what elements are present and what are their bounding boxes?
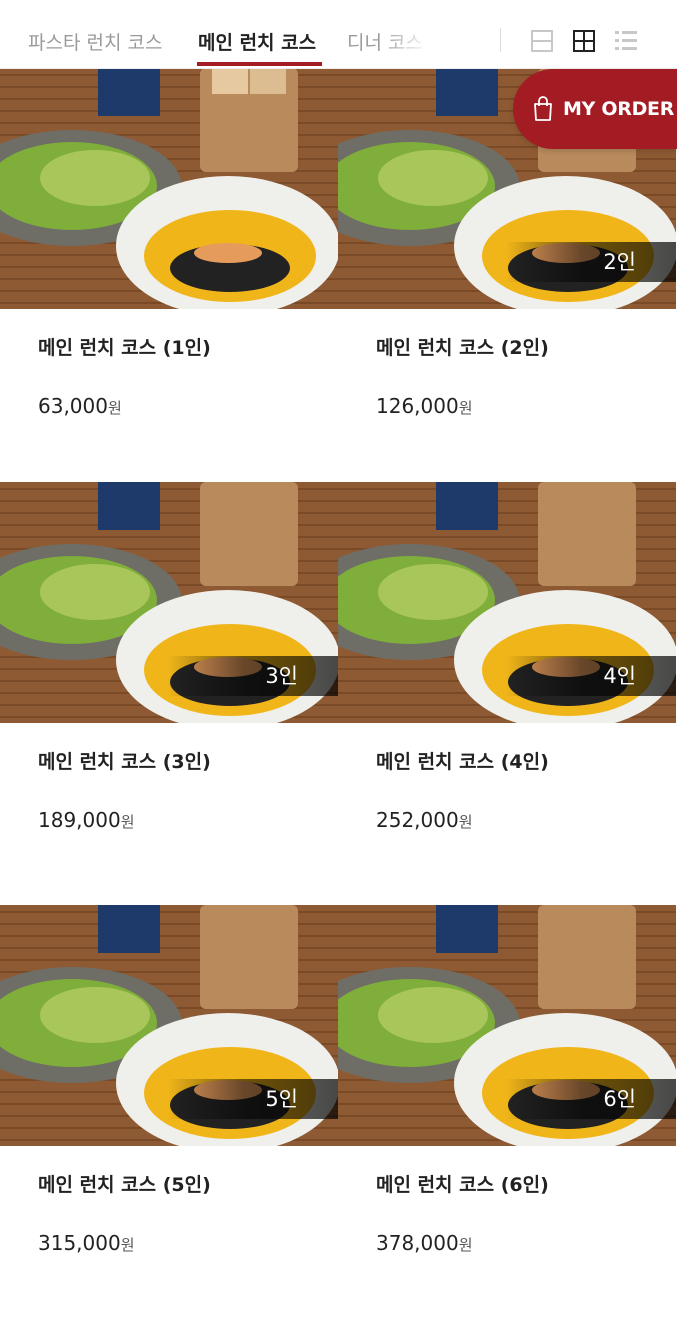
- list-icon: [615, 31, 637, 50]
- category-tab-bar: 파스타 런치 코스 메인 런치 코스 디너 코스: [0, 0, 677, 69]
- product-card[interactable]: 메인 런치 코스 (1인) 63,000원: [0, 68, 338, 491]
- product-name: 메인 런치 코스 (5인): [38, 1174, 211, 1196]
- grid-icon: [573, 30, 595, 52]
- tab-main-lunch-course[interactable]: 메인 런치 코스: [198, 28, 316, 55]
- my-order-button[interactable]: MY ORDER: [513, 69, 677, 149]
- grid-view-button[interactable]: [571, 28, 597, 54]
- serving-size-badge: 5인: [168, 1079, 338, 1119]
- price-value: 189,000: [38, 808, 121, 832]
- currency-label: 원: [120, 1236, 135, 1254]
- product-price: 189,000원: [38, 808, 135, 832]
- product-card[interactable]: 6인 메인 런치 코스 (6인) 378,000원: [338, 905, 676, 1328]
- product-name: 메인 런치 코스 (6인): [376, 1174, 549, 1196]
- product-price: 252,000원: [376, 808, 473, 832]
- serving-size-badge: 3인: [168, 656, 338, 696]
- product-name: 메인 런치 코스 (2인): [376, 337, 549, 359]
- product-photo: [0, 68, 338, 309]
- product-price: 315,000원: [38, 1231, 135, 1255]
- product-price: 126,000원: [376, 394, 473, 418]
- product-photo: 3인: [0, 482, 338, 723]
- currency-label: 원: [458, 813, 473, 831]
- shopping-bag-icon: [534, 96, 552, 121]
- price-value: 252,000: [376, 808, 459, 832]
- single-column-view-button[interactable]: [529, 28, 555, 54]
- tab-scroll-fade: [380, 20, 440, 64]
- price-value: 63,000: [38, 394, 108, 418]
- serving-size-badge: 4인: [506, 656, 676, 696]
- product-name: 메인 런치 코스 (4인): [376, 751, 549, 773]
- serving-size-badge: 2인: [506, 242, 676, 282]
- currency-label: 원: [458, 1236, 473, 1254]
- currency-label: 원: [458, 399, 473, 417]
- serving-size-badge: 6인: [506, 1079, 676, 1119]
- price-value: 315,000: [38, 1231, 121, 1255]
- list-view-button[interactable]: [613, 28, 639, 54]
- active-tab-indicator: [197, 62, 322, 66]
- product-price: 378,000원: [376, 1231, 473, 1255]
- toolbar-divider: [500, 28, 501, 52]
- product-card[interactable]: 3인 메인 런치 코스 (3인) 189,000원: [0, 482, 338, 905]
- currency-label: 원: [120, 813, 135, 831]
- product-name: 메인 런치 코스 (1인): [38, 337, 211, 359]
- product-photo: 4인: [338, 482, 676, 723]
- single-column-icon: [531, 30, 553, 52]
- price-value: 378,000: [376, 1231, 459, 1255]
- product-card[interactable]: 4인 메인 런치 코스 (4인) 252,000원: [338, 482, 676, 905]
- price-value: 126,000: [376, 394, 459, 418]
- my-order-label: MY ORDER: [563, 98, 675, 120]
- product-price: 63,000원: [38, 394, 122, 418]
- currency-label: 원: [107, 399, 122, 417]
- product-photo: 6인: [338, 905, 676, 1146]
- product-card[interactable]: 5인 메인 런치 코스 (5인) 315,000원: [0, 905, 338, 1328]
- product-photo: 5인: [0, 905, 338, 1146]
- tab-pasta-lunch-course[interactable]: 파스타 런치 코스: [28, 28, 162, 55]
- food-photo-image: [0, 68, 338, 309]
- product-name: 메인 런치 코스 (3인): [38, 751, 211, 773]
